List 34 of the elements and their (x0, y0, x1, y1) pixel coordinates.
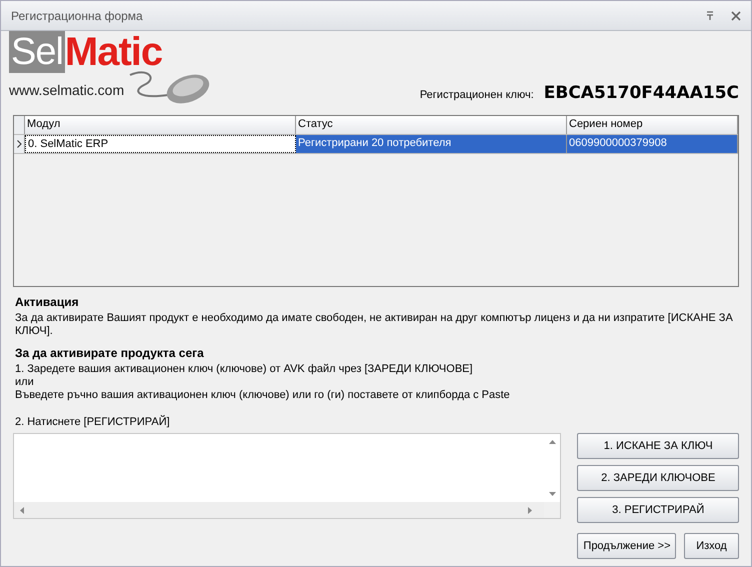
section-heading: За да активирате продукта сега (15, 346, 205, 360)
current-row-icon (16, 140, 22, 148)
close-icon[interactable] (731, 10, 741, 20)
logo-text: Sel (9, 31, 65, 73)
section-heading: Активация (15, 295, 80, 309)
table-cell: Регистрирани 20 потребителя (296, 135, 567, 153)
column-header[interactable]: Сериен номер (567, 116, 738, 134)
instruction-text: 2. Натиснете [РЕГИСТРИРАЙ] (15, 416, 171, 429)
instruction-text: Въведете ръчно вашия активационен ключ (ключове) или го (ги) поставете от клипборда с Paste (15, 389, 511, 402)
table-row[interactable]: 0. SelMatic ERP Регистрирани 20 потребителя 0609900000379908 (14, 135, 738, 154)
key-input-field[interactable] (13, 433, 562, 519)
registration-key: EBCA5170F44AA15C (544, 83, 739, 103)
scroll-up-icon[interactable] (548, 440, 556, 444)
logo-text: Matic (64, 31, 162, 73)
column-header[interactable]: Модул (25, 116, 296, 134)
action-button[interactable]: 1. ИСКАНЕ ЗА КЛЮЧ (577, 433, 739, 459)
instruction-text: или (15, 376, 35, 389)
column-header[interactable]: Статус (296, 116, 567, 134)
scroll-left-icon[interactable] (20, 506, 24, 514)
scroll-down-icon[interactable] (548, 492, 556, 496)
scroll-right-icon[interactable] (528, 506, 532, 514)
table-cell: 0. SelMatic ERP (25, 135, 296, 153)
activation-text: За да активирате Вашият продукт е необходимо да имате свободен, не активиран на друг компютър лиценз и да ни изпратите [ИСКАНЕ ЗА КЛЮЧ]. (15, 312, 734, 338)
registration-key-label: Регистрационен ключ: (420, 89, 534, 101)
instruction-text: 1. Заредете вашия активационен ключ (ключове) от AVK файл чрез [ЗАРЕДИ КЛЮЧОВЕ] (15, 363, 474, 376)
vertical-scrollbar[interactable] (544, 434, 560, 502)
table-cell: 0609900000379908 (567, 135, 738, 153)
action-button[interactable]: 3. РЕГИСТРИРАЙ (577, 497, 739, 523)
exit-button[interactable]: Изход (684, 533, 739, 559)
action-button[interactable]: 2. ЗАРЕДИ КЛЮЧОВЕ (577, 465, 739, 491)
pin-icon[interactable] (705, 10, 715, 20)
window-title: Регистрационна форма (11, 8, 144, 22)
website-url: www.selmatic.com (9, 82, 124, 98)
continue-button[interactable]: Продължение >> (577, 533, 676, 559)
